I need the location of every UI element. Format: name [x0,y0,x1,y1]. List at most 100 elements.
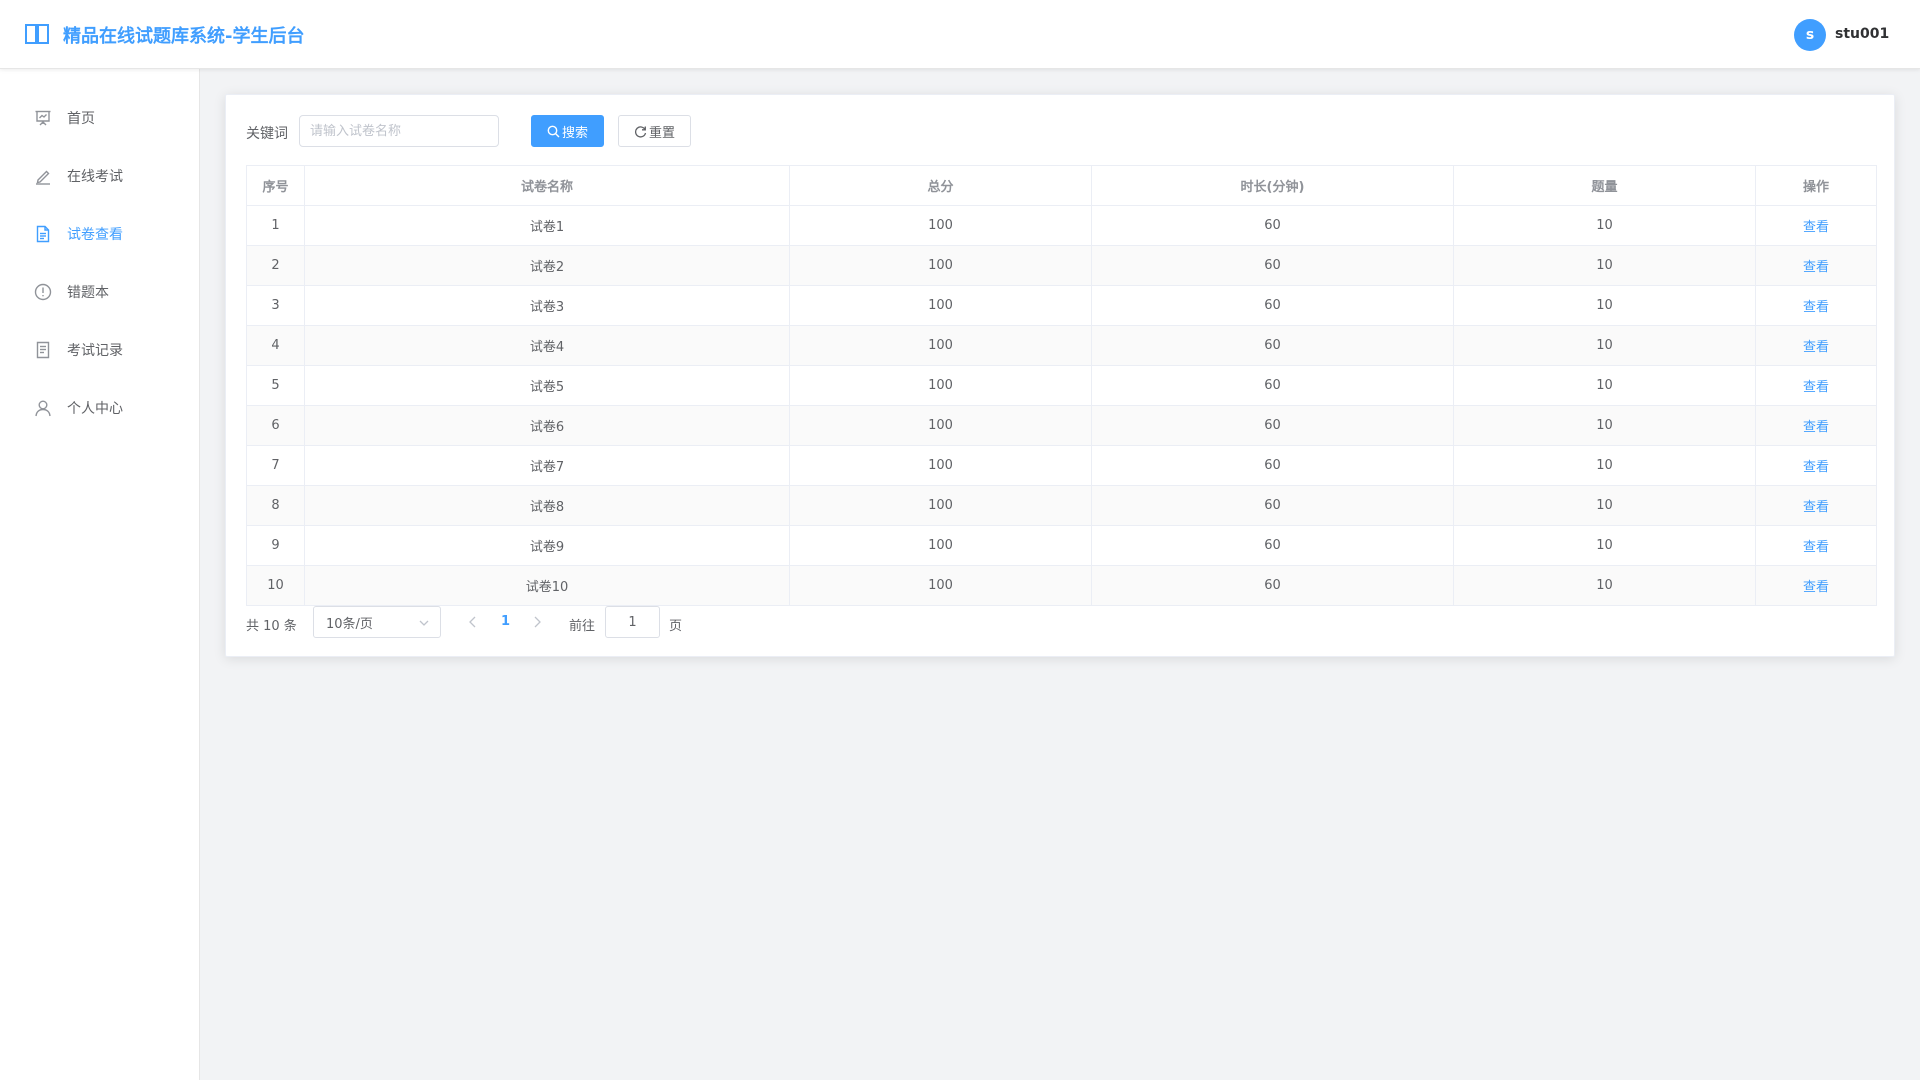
cell-duration: 60 [1091,565,1454,606]
view-link[interactable]: 查看 [1803,460,1829,475]
table-row: 6 试卷6 100 60 10 查看 [246,405,1877,446]
pagination-total: 共 10 条 [246,619,297,634]
table-row: 5 试卷5 100 60 10 查看 [246,365,1877,406]
cell-action: 查看 [1755,445,1877,486]
view-link[interactable]: 查看 [1803,300,1829,315]
cell-score: 100 [789,365,1092,406]
pagination-goto-label: 前往 [569,619,596,634]
cell-index: 7 [246,445,305,486]
cell-action: 查看 [1755,205,1877,246]
cell-duration: 60 [1091,485,1454,526]
presentation-icon [35,110,51,126]
sidebar-item-label: 个人中心 [67,401,123,417]
notebook-icon [36,341,50,359]
cell-action: 查看 [1755,565,1877,606]
cell-count: 10 [1453,405,1756,446]
cell-name: 试卷6 [304,405,790,446]
cell-action: 查看 [1755,245,1877,286]
cell-name: 试卷2 [304,245,790,286]
table-row: 4 试卷4 100 60 10 查看 [246,325,1877,366]
cell-index: 10 [246,565,305,606]
pagination-page-suffix: 页 [669,619,683,634]
view-link[interactable]: 查看 [1803,420,1829,435]
cell-name: 试卷10 [304,565,790,606]
table-row: 10 试卷10 100 60 10 查看 [246,565,1877,606]
sidebar-item-paper-view[interactable]: 试卷查看 [0,205,199,263]
cell-action: 查看 [1755,285,1877,326]
cell-count: 10 [1453,445,1756,486]
sidebar-item-online-exam[interactable]: 在线考试 [0,147,199,205]
chevron-right-icon[interactable] [530,614,544,630]
pagination-current-page[interactable]: 1 [501,614,510,629]
table-row: 7 试卷7 100 60 10 查看 [246,445,1877,486]
table-row: 1 试卷1 100 60 10 查看 [246,205,1877,246]
reset-button-label: 重置 [648,125,675,141]
user-icon [35,400,51,417]
sidebar-item-label: 首页 [67,111,95,127]
cell-name: 试卷4 [304,325,790,366]
keyword-search-input[interactable] [299,115,499,147]
refresh-icon [634,125,647,138]
sidebar-item-profile[interactable]: 个人中心 [0,379,199,437]
sidebar-item-label: 试卷查看 [67,227,123,243]
cell-name: 试卷9 [304,525,790,566]
cell-index: 8 [246,485,305,526]
search-button-label: 搜索 [561,125,588,141]
cell-score: 100 [789,445,1092,486]
sidebar-item-label: 在线考试 [67,169,123,185]
view-link[interactable]: 查看 [1803,540,1829,555]
cell-index: 2 [246,245,305,286]
cell-score: 100 [789,325,1092,366]
avatar[interactable]: s [1794,19,1826,51]
column-header-index: 序号 [246,165,305,206]
cell-count: 10 [1453,485,1756,526]
cell-name: 试卷8 [304,485,790,526]
cell-duration: 60 [1091,245,1454,286]
table-row: 8 试卷8 100 60 10 查看 [246,485,1877,526]
cell-action: 查看 [1755,365,1877,406]
cell-score: 100 [789,205,1092,246]
view-link[interactable]: 查看 [1803,340,1829,355]
book-open-icon [25,24,49,44]
cell-count: 10 [1453,565,1756,606]
reset-button[interactable]: 重置 [618,115,691,147]
search-button[interactable]: 搜索 [531,115,604,147]
column-header-duration: 时长(分钟) [1091,165,1454,206]
document-icon [36,225,50,243]
view-link[interactable]: 查看 [1803,580,1829,595]
cell-index: 3 [246,285,305,326]
cell-index: 9 [246,525,305,566]
cell-duration: 60 [1091,285,1454,326]
cell-count: 10 [1453,245,1756,286]
table-row: 9 试卷9 100 60 10 查看 [246,525,1877,566]
pagination-goto-input[interactable] [605,606,660,638]
sidebar-item-exam-record[interactable]: 考试记录 [0,321,199,379]
sidebar-item-home[interactable]: 首页 [0,89,199,147]
chevron-down-icon [419,620,429,626]
column-header-count: 题量 [1453,165,1756,206]
cell-duration: 60 [1091,325,1454,366]
username[interactable]: stu001 [1835,26,1889,42]
top-header: 精品在线试题库系统-学生后台 s stu001 [0,0,1920,69]
cell-count: 10 [1453,365,1756,406]
cell-score: 100 [789,285,1092,326]
page-size-value: 10条/页 [326,616,373,632]
view-link[interactable]: 查看 [1803,380,1829,395]
view-link[interactable]: 查看 [1803,220,1829,235]
paper-table: 序号 试卷名称 总分 时长(分钟) 题量 操作 1 试卷1 100 60 10 … [246,165,1877,606]
chevron-left-icon[interactable] [466,614,480,630]
cell-index: 5 [246,365,305,406]
app-title: 精品在线试题库系统-学生后台 [63,26,305,47]
view-link[interactable]: 查看 [1803,500,1829,515]
cell-score: 100 [789,525,1092,566]
cell-name: 试卷3 [304,285,790,326]
cell-count: 10 [1453,285,1756,326]
edit-pen-icon [36,170,50,185]
cell-index: 1 [246,205,305,246]
cell-count: 10 [1453,525,1756,566]
keyword-label: 关键词 [246,126,288,142]
page-size-select[interactable]: 10条/页 [313,606,441,638]
cell-count: 10 [1453,325,1756,366]
sidebar-item-wrong-book[interactable]: 错题本 [0,263,199,321]
view-link[interactable]: 查看 [1803,260,1829,275]
